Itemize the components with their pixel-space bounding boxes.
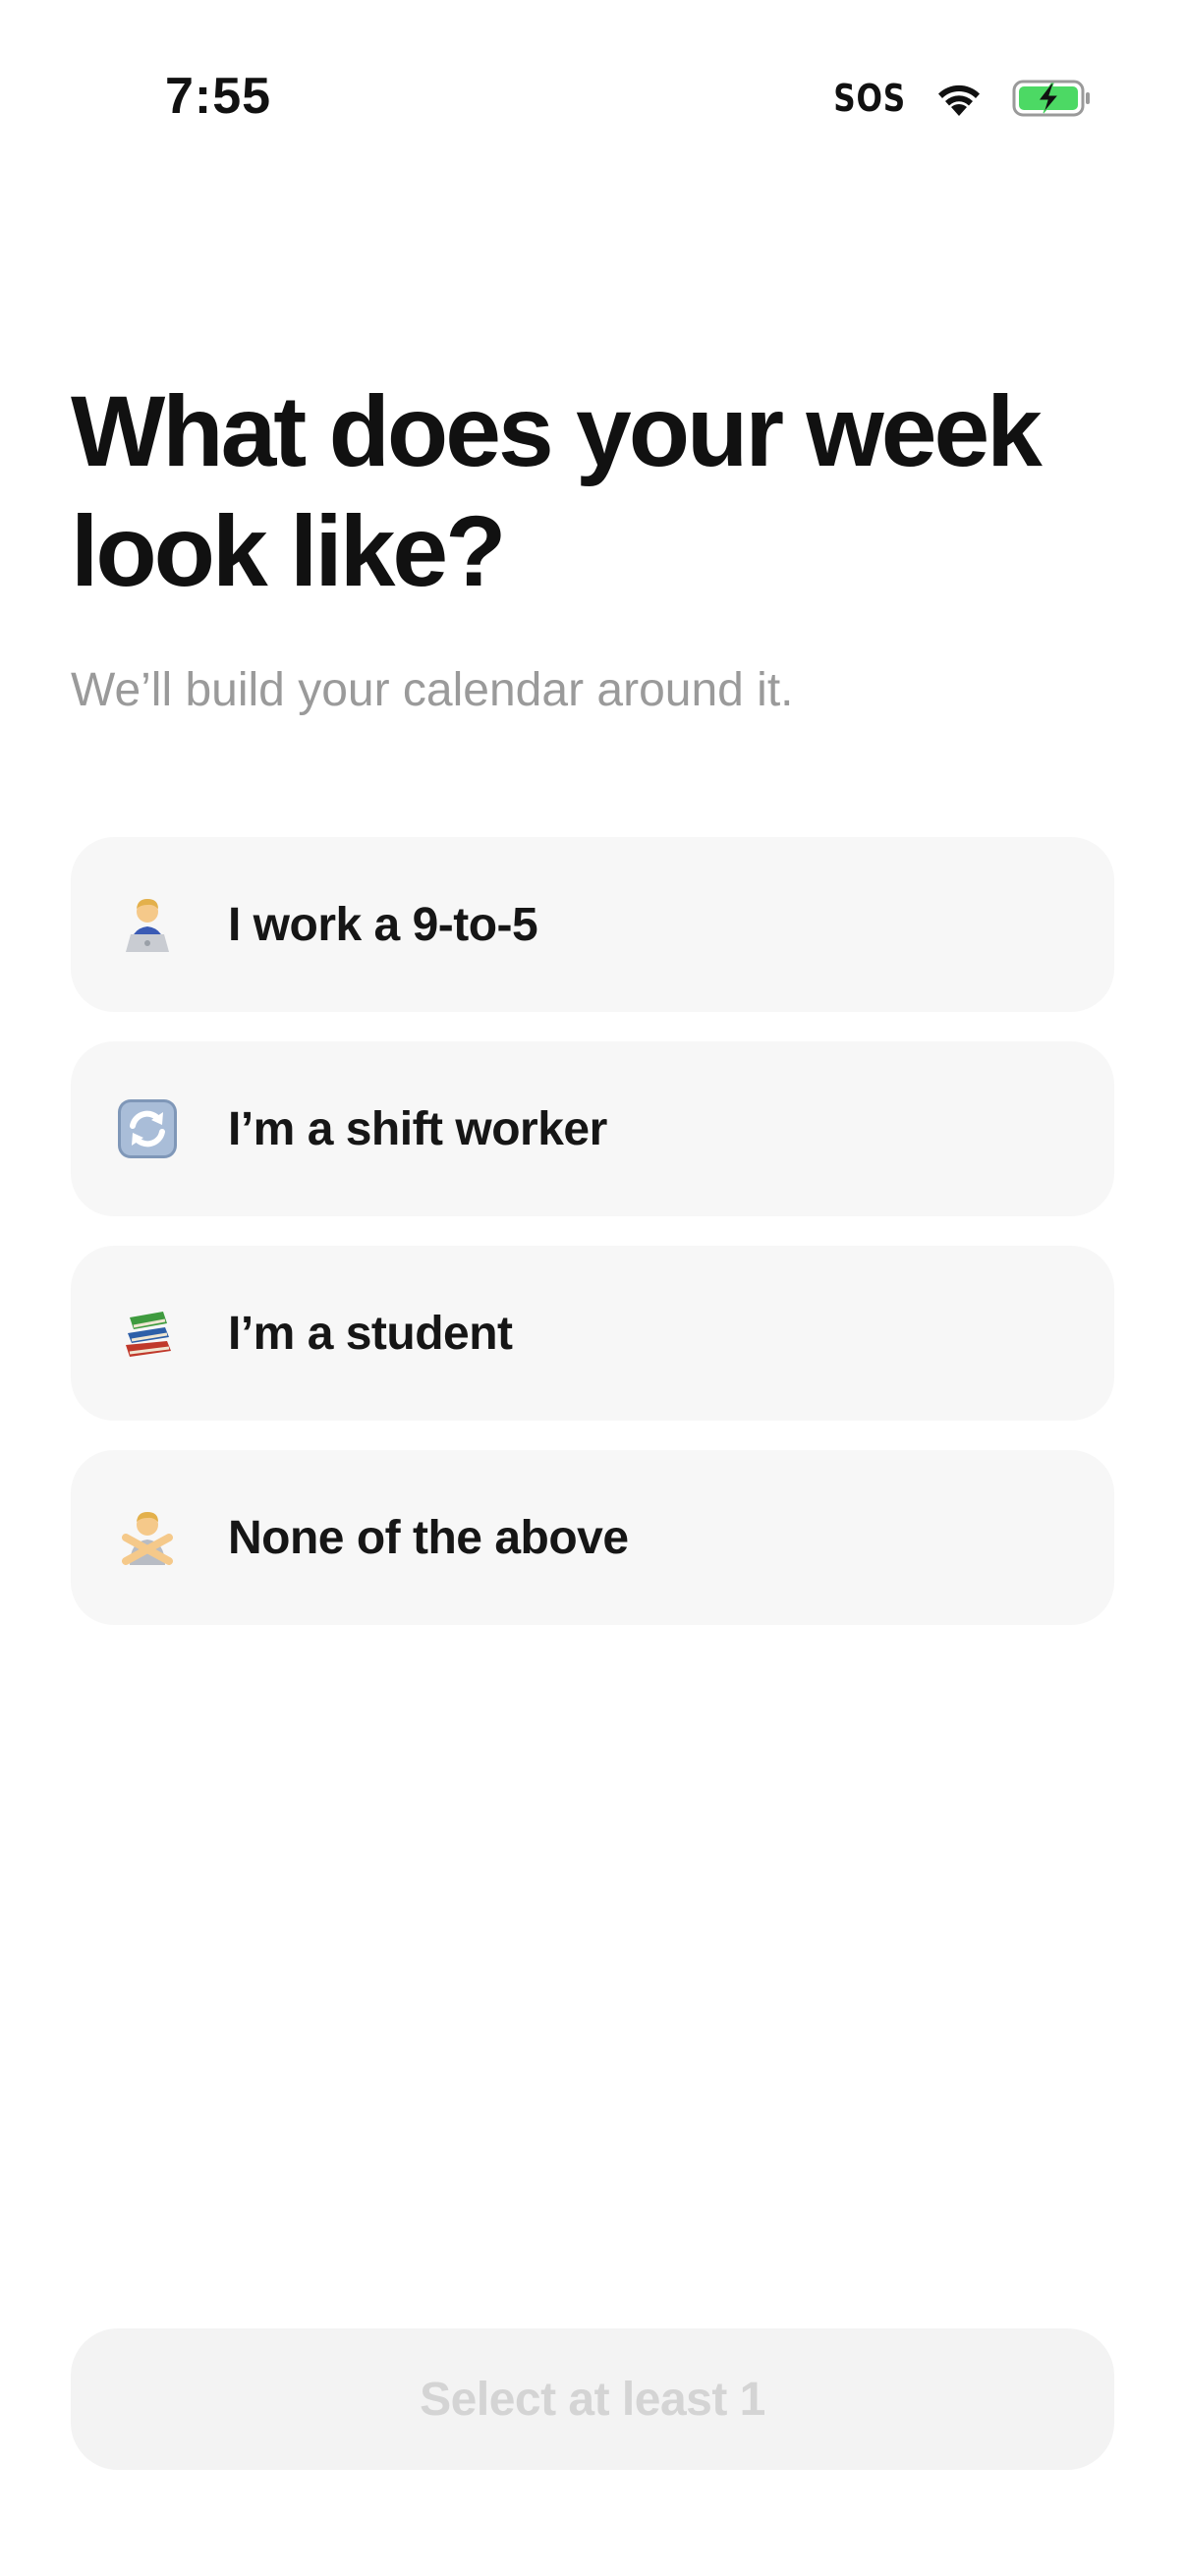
status-bar: 7:55 SOS xyxy=(0,0,1185,196)
options-list: I work a 9-to-5 I’m a shift worker I’m a… xyxy=(71,837,1114,1625)
select-at-least-one-button[interactable]: Select at least 1 xyxy=(71,2328,1114,2470)
option-label: I’m a shift worker xyxy=(228,1102,607,1155)
option-label: None of the above xyxy=(228,1511,629,1564)
status-indicators: SOS xyxy=(818,71,1093,126)
option-label: I’m a student xyxy=(228,1307,513,1360)
books-icon xyxy=(116,1302,179,1365)
sos-indicator: SOS xyxy=(833,77,906,120)
option-none-of-the-above[interactable]: None of the above xyxy=(71,1450,1114,1625)
option-shift-worker[interactable]: I’m a shift worker xyxy=(71,1041,1114,1216)
status-time: 7:55 xyxy=(165,68,272,125)
page-title: What does your week look like? xyxy=(71,375,1043,607)
option-student[interactable]: I’m a student xyxy=(71,1246,1114,1421)
rotating-arrows-icon xyxy=(116,1097,179,1160)
person-crossed-arms-icon xyxy=(116,1506,179,1569)
battery-charging-icon xyxy=(1012,79,1093,118)
person-at-laptop-icon xyxy=(116,893,179,956)
page-subtitle: We’ll build your calendar around it. xyxy=(71,664,794,716)
wifi-icon xyxy=(933,79,985,118)
option-9-to-5[interactable]: I work a 9-to-5 xyxy=(71,837,1114,1012)
option-label: I work a 9-to-5 xyxy=(228,898,538,951)
